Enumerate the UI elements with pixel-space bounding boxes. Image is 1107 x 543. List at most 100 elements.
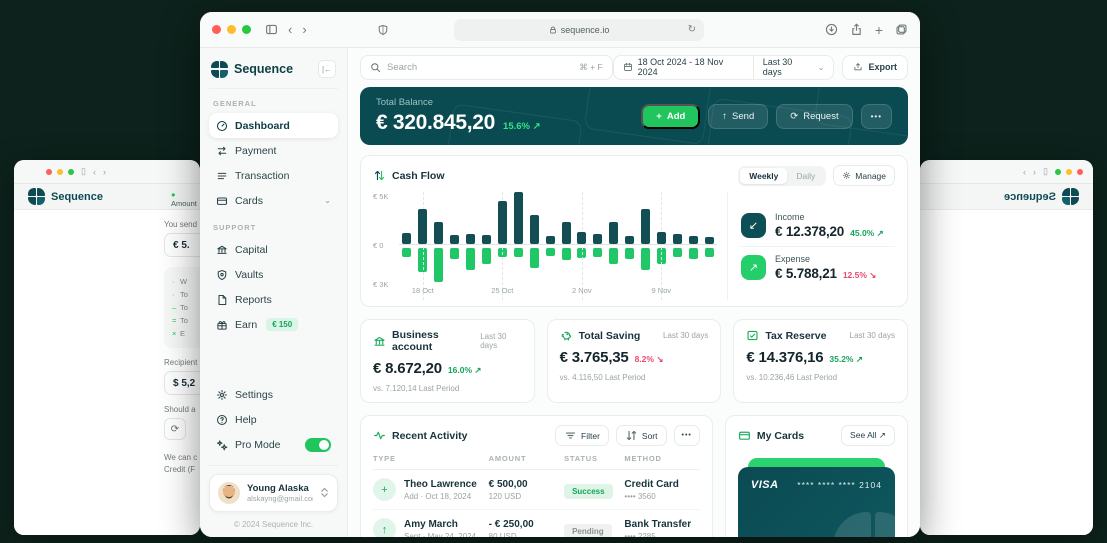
tax-reserve-card[interactable]: Tax Reserve Last 30 days € 14.376,16 35.… (733, 319, 909, 403)
sidebar-toggle-icon[interactable]: ▯ (1043, 166, 1048, 177)
income-bar[interactable] (609, 222, 619, 244)
minimize-icon[interactable] (57, 168, 63, 175)
reload-icon[interactable]: ↻ (688, 24, 696, 35)
income-bar[interactable] (450, 235, 460, 244)
sidebar-collapse-button[interactable]: |← (318, 60, 336, 78)
expense-bar[interactable] (625, 248, 635, 259)
date-range-button[interactable]: 18 Oct 2024 - 18 Nov 2024 (614, 55, 754, 79)
search-input[interactable] (387, 61, 574, 73)
sidebar-item-dashboard[interactable]: Dashboard (209, 113, 338, 138)
sidebar-item-payment[interactable]: Payment (209, 138, 338, 163)
sidebar-item-earn[interactable]: Earn € 150 (209, 312, 338, 337)
income-bar[interactable] (577, 232, 587, 244)
see-all-button[interactable]: See All ↗ (841, 425, 895, 446)
income-bar[interactable] (466, 234, 476, 244)
back-icon[interactable]: ‹ (93, 167, 96, 177)
table-row[interactable]: + Theo Lawrence Add · Oct 18, 2024 € 500… (373, 470, 700, 510)
minimize-icon[interactable] (227, 25, 236, 34)
expense-bar[interactable] (672, 248, 682, 257)
expense-bar[interactable] (434, 248, 444, 282)
downloads-icon[interactable] (825, 23, 838, 37)
sidebar-item-help[interactable]: Help (209, 407, 338, 432)
more-activity-button[interactable]: ••• (673, 425, 700, 446)
zoom-icon[interactable] (68, 168, 74, 175)
sidebar-item-reports[interactable]: Reports (209, 287, 338, 312)
send-amount-field[interactable]: € 5. (164, 233, 200, 257)
expense-bar[interactable] (513, 248, 523, 257)
account-switcher-icon[interactable] (320, 487, 329, 500)
export-button[interactable]: Export (842, 54, 908, 80)
income-bar[interactable] (434, 222, 444, 244)
expense-bar[interactable] (450, 248, 460, 259)
expense-bar[interactable] (545, 248, 555, 256)
add-button[interactable]: + Add (641, 103, 701, 129)
more-actions-button[interactable]: ••• (860, 103, 892, 129)
sidebar-item-pro-mode[interactable]: Pro Mode (209, 432, 338, 457)
card-stack[interactable]: VISA **** **** **** 2104 € 4.540,20 (737, 458, 895, 537)
income-bar[interactable] (402, 233, 412, 244)
table-row[interactable]: ↑ Amy March Sent · May 24, 2024 - € 250,… (373, 510, 700, 537)
expense-bar[interactable] (609, 248, 619, 264)
income-bar[interactable] (481, 235, 491, 244)
sidebar-item-transaction[interactable]: Transaction (209, 163, 338, 188)
sidebar-item-capital[interactable]: Capital (209, 237, 338, 262)
income-bar[interactable] (497, 201, 507, 244)
manage-button[interactable]: Manage (833, 165, 895, 186)
search-box[interactable]: ⌘ + F (360, 54, 613, 80)
tab-weekly[interactable]: Weekly (740, 167, 788, 184)
total-saving-card[interactable]: Total Saving Last 30 days € 3.765,35 8.2… (546, 319, 722, 403)
income-bar[interactable] (418, 209, 428, 244)
income-bar[interactable] (561, 222, 571, 244)
expense-bar[interactable] (529, 248, 539, 268)
sidebar-item-vaults[interactable]: Vaults (209, 262, 338, 287)
income-bar[interactable] (688, 236, 698, 244)
expense-bar[interactable] (704, 248, 714, 257)
sort-button[interactable]: Sort (615, 425, 667, 446)
forward-icon[interactable]: › (103, 167, 106, 177)
profile-card[interactable]: Young Alaska alskayng@gmail.com (209, 474, 338, 512)
filter-button[interactable]: Filter (555, 425, 609, 446)
sidebar-item-cards[interactable]: Cards ⌄ (209, 188, 338, 213)
tab-overview-icon[interactable] (895, 23, 908, 37)
income-bar[interactable] (641, 209, 651, 244)
request-button[interactable]: ⟳ Request (776, 103, 853, 129)
back-icon[interactable]: ‹ (288, 23, 292, 36)
zoom-icon[interactable] (1055, 168, 1061, 175)
share-icon[interactable] (850, 23, 863, 37)
pro-mode-toggle[interactable] (305, 437, 331, 452)
privacy-shield-icon[interactable] (377, 24, 389, 36)
recipient-amount-field[interactable]: $ 5,2 (164, 371, 200, 395)
forward-icon[interactable]: › (302, 23, 306, 36)
expense-bar[interactable] (688, 248, 698, 259)
payment-method-button[interactable]: ⟳ (164, 418, 186, 440)
period-select[interactable]: Last 30 days ⌄ (754, 57, 834, 77)
sidebar-toggle-icon[interactable] (265, 23, 278, 36)
close-icon[interactable] (1077, 168, 1083, 175)
income-bar[interactable] (513, 192, 523, 244)
income-bar[interactable] (704, 237, 714, 244)
expense-bar[interactable] (402, 248, 412, 257)
income-bar[interactable] (656, 232, 666, 244)
send-button[interactable]: ↑ Send (708, 103, 769, 129)
expense-bar[interactable] (466, 248, 476, 270)
income-bar[interactable] (593, 234, 603, 244)
close-icon[interactable] (212, 25, 221, 34)
expense-bar[interactable] (593, 248, 603, 257)
income-bar[interactable] (529, 215, 539, 244)
expense-bar[interactable] (561, 248, 571, 260)
address-bar[interactable]: sequence.io ↻ (454, 18, 705, 41)
income-bar[interactable] (625, 236, 635, 244)
forward-icon[interactable]: › (1023, 167, 1026, 177)
business-account-card[interactable]: Business account Last 30 days € 8.672,20… (360, 319, 535, 403)
income-bar[interactable] (672, 234, 682, 244)
close-icon[interactable] (46, 168, 52, 175)
back-icon[interactable]: ‹ (1033, 167, 1036, 177)
sidebar-toggle-icon[interactable]: ▯ (81, 166, 86, 177)
minimize-icon[interactable] (1066, 168, 1072, 175)
new-tab-icon[interactable]: + (875, 23, 883, 37)
expense-bar[interactable] (641, 248, 651, 270)
zoom-icon[interactable] (242, 25, 251, 34)
tab-daily[interactable]: Daily (787, 168, 824, 184)
sidebar-item-settings[interactable]: Settings (209, 382, 338, 407)
expense-bar[interactable] (481, 248, 491, 264)
